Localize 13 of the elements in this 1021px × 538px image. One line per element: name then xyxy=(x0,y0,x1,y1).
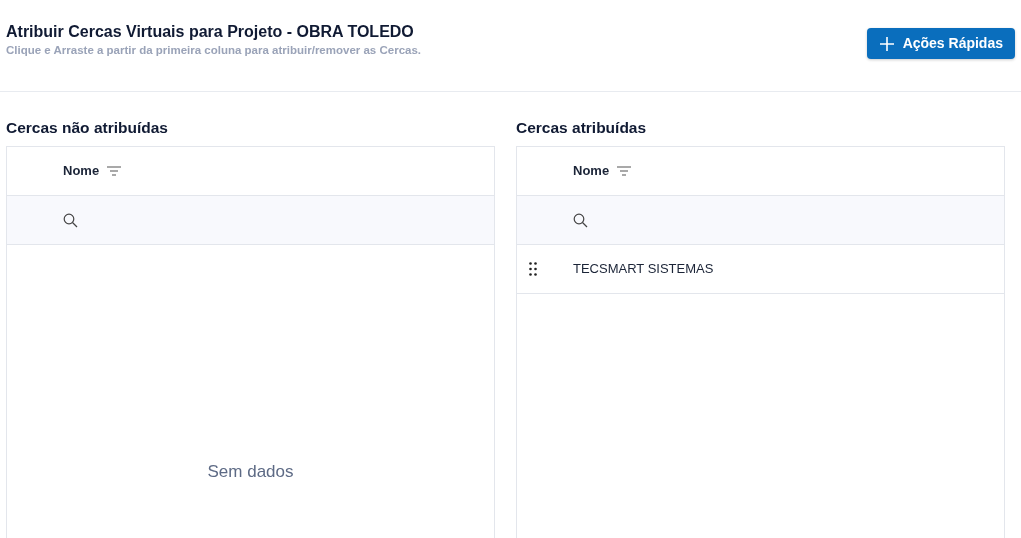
panel-title: Cercas atribuídas xyxy=(516,118,648,138)
plus-icon xyxy=(878,35,895,52)
page-title: Atribuir Cercas Virtuais para Projeto - OBRA TOLEDO xyxy=(6,22,415,42)
empty-message: Sem dados xyxy=(207,462,294,481)
column-header: Nome xyxy=(573,162,610,181)
search-icon[interactable] xyxy=(573,212,588,228)
column-header: Nome xyxy=(63,162,100,181)
search-icon[interactable] xyxy=(63,212,78,228)
table-cell-text: TECSMART SISTEMAS xyxy=(573,260,714,279)
drag-handle-icon[interactable] xyxy=(529,262,537,276)
quick-actions-button[interactable]: Ações Rápidas xyxy=(866,28,1015,59)
panel-title: Cercas não atribuídas xyxy=(6,118,169,138)
page-subtitle: Clique e Arraste a partir da primeira coluna para atribuir/remover as Cercas. xyxy=(6,43,422,58)
